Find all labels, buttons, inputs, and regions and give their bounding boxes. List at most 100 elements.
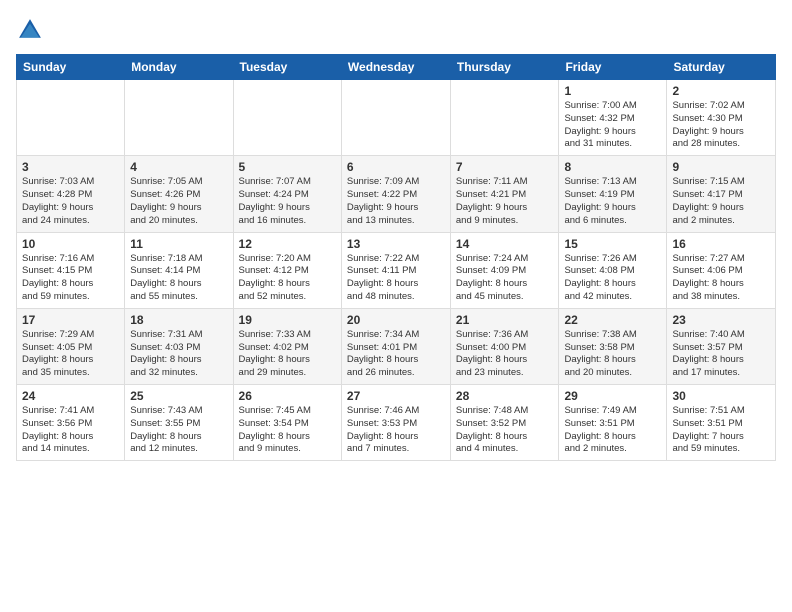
day-info: Sunrise: 7:40 AMSunset: 3:57 PMDaylight:… bbox=[672, 329, 770, 380]
weekday-header-monday: Monday bbox=[125, 55, 233, 80]
day-number: 1 bbox=[564, 84, 661, 98]
calendar-cell: 17Sunrise: 7:29 AMSunset: 4:05 PMDayligh… bbox=[17, 308, 125, 384]
day-number: 7 bbox=[456, 160, 554, 174]
day-number: 16 bbox=[672, 237, 770, 251]
calendar-cell: 4 Sunrise: 7:05 AMSunset: 4:26 PMDaylight… bbox=[125, 156, 233, 232]
day-info: Sunrise: 7:09 AMSunset: 4:22 PMDaylight:… bbox=[347, 176, 445, 227]
weekday-header-thursday: Thursday bbox=[450, 55, 559, 80]
calendar-cell: 25Sunrise: 7:43 AMSunset: 3:55 PMDayligh… bbox=[125, 385, 233, 461]
calendar-cell: 8 Sunrise: 7:13 AMSunset: 4:19 PMDaylight… bbox=[559, 156, 667, 232]
calendar-cell: 23 Sunrise: 7:40 AMSunset: 3:57 PMDayligh… bbox=[667, 308, 776, 384]
day-number: 6 bbox=[347, 160, 445, 174]
calendar-cell bbox=[17, 80, 125, 156]
day-number: 27 bbox=[347, 389, 445, 403]
calendar-cell: 26 Sunrise: 7:45 AMSunset: 3:54 PMDayligh… bbox=[233, 385, 341, 461]
calendar-cell: 14 Sunrise: 7:24 AMSunset: 4:09 PMDayligh… bbox=[450, 232, 559, 308]
day-number: 29 bbox=[564, 389, 661, 403]
calendar-cell: 7 Sunrise: 7:11 AMSunset: 4:21 PMDaylight… bbox=[450, 156, 559, 232]
week-row-3: 10 Sunrise: 7:16 AMSunset: 4:15 PMDayligh… bbox=[17, 232, 776, 308]
calendar-cell: 13 Sunrise: 7:22 AMSunset: 4:11 PMDayligh… bbox=[341, 232, 450, 308]
calendar-cell bbox=[450, 80, 559, 156]
day-info: Sunrise: 7:34 AMSunset: 4:01 PMDaylight:… bbox=[347, 329, 445, 380]
calendar-cell: 21 Sunrise: 7:36 AMSunset: 4:00 PMDayligh… bbox=[450, 308, 559, 384]
day-info: Sunrise: 7:18 AMSunset: 4:14 PMDaylight:… bbox=[130, 253, 227, 304]
day-info: Sunrise: 7:26 AMSunset: 4:08 PMDaylight:… bbox=[564, 253, 661, 304]
day-number: 26 bbox=[239, 389, 336, 403]
calendar-cell: 29 Sunrise: 7:49 AMSunset: 3:51 PMDayligh… bbox=[559, 385, 667, 461]
weekday-header-wednesday: Wednesday bbox=[341, 55, 450, 80]
calendar-cell: 9 Sunrise: 7:15 AMSunset: 4:17 PMDaylight… bbox=[667, 156, 776, 232]
day-number: 30 bbox=[672, 389, 770, 403]
day-number: 9 bbox=[672, 160, 770, 174]
calendar-cell: 22 Sunrise: 7:38 AMSunset: 3:58 PMDayligh… bbox=[559, 308, 667, 384]
day-number: 8 bbox=[564, 160, 661, 174]
day-number: 13 bbox=[347, 237, 445, 251]
day-info: Sunrise: 7:31 AMSunset: 4:03 PMDaylight:… bbox=[130, 329, 227, 380]
calendar-cell bbox=[125, 80, 233, 156]
day-info: Sunrise: 7:20 AMSunset: 4:12 PMDaylight:… bbox=[239, 253, 336, 304]
day-info: Sunrise: 7:46 AMSunset: 3:53 PMDaylight:… bbox=[347, 405, 445, 456]
calendar: SundayMondayTuesdayWednesdayThursdayFrid… bbox=[16, 54, 776, 461]
calendar-cell: 6 Sunrise: 7:09 AMSunset: 4:22 PMDaylight… bbox=[341, 156, 450, 232]
calendar-cell: 2Sunrise: 7:02 AMSunset: 4:30 PMDaylight… bbox=[667, 80, 776, 156]
day-info: Sunrise: 7:13 AMSunset: 4:19 PMDaylight:… bbox=[564, 176, 661, 227]
calendar-cell: 20 Sunrise: 7:34 AMSunset: 4:01 PMDayligh… bbox=[341, 308, 450, 384]
logo-icon bbox=[16, 16, 44, 44]
week-row-4: 17Sunrise: 7:29 AMSunset: 4:05 PMDayligh… bbox=[17, 308, 776, 384]
calendar-cell: 11 Sunrise: 7:18 AMSunset: 4:14 PMDayligh… bbox=[125, 232, 233, 308]
calendar-cell bbox=[233, 80, 341, 156]
calendar-cell: 5 Sunrise: 7:07 AMSunset: 4:24 PMDaylight… bbox=[233, 156, 341, 232]
page: SundayMondayTuesdayWednesdayThursdayFrid… bbox=[0, 0, 792, 469]
day-number: 10 bbox=[22, 237, 119, 251]
week-row-2: 3Sunrise: 7:03 AMSunset: 4:28 PMDaylight… bbox=[17, 156, 776, 232]
day-number: 28 bbox=[456, 389, 554, 403]
day-number: 18 bbox=[130, 313, 227, 327]
calendar-cell bbox=[341, 80, 450, 156]
day-info: Sunrise: 7:22 AMSunset: 4:11 PMDaylight:… bbox=[347, 253, 445, 304]
weekday-header-friday: Friday bbox=[559, 55, 667, 80]
calendar-cell: 19 Sunrise: 7:33 AMSunset: 4:02 PMDayligh… bbox=[233, 308, 341, 384]
day-info: Sunrise: 7:11 AMSunset: 4:21 PMDaylight:… bbox=[456, 176, 554, 227]
day-info: Sunrise: 7:45 AMSunset: 3:54 PMDaylight:… bbox=[239, 405, 336, 456]
day-number: 5 bbox=[239, 160, 336, 174]
day-number: 15 bbox=[564, 237, 661, 251]
day-number: 14 bbox=[456, 237, 554, 251]
calendar-cell: 28 Sunrise: 7:48 AMSunset: 3:52 PMDayligh… bbox=[450, 385, 559, 461]
day-number: 22 bbox=[564, 313, 661, 327]
week-row-5: 24Sunrise: 7:41 AMSunset: 3:56 PMDayligh… bbox=[17, 385, 776, 461]
day-info: Sunrise: 7:49 AMSunset: 3:51 PMDaylight:… bbox=[564, 405, 661, 456]
calendar-cell: 18 Sunrise: 7:31 AMSunset: 4:03 PMDayligh… bbox=[125, 308, 233, 384]
day-info: Sunrise: 7:51 AMSunset: 3:51 PMDaylight:… bbox=[672, 405, 770, 456]
day-number: 20 bbox=[347, 313, 445, 327]
day-info: Sunrise: 7:15 AMSunset: 4:17 PMDaylight:… bbox=[672, 176, 770, 227]
day-info: Sunrise: 7:02 AMSunset: 4:30 PMDaylight:… bbox=[672, 100, 770, 151]
day-number: 19 bbox=[239, 313, 336, 327]
day-number: 17 bbox=[22, 313, 119, 327]
day-info: Sunrise: 7:33 AMSunset: 4:02 PMDaylight:… bbox=[239, 329, 336, 380]
day-info: Sunrise: 7:24 AMSunset: 4:09 PMDaylight:… bbox=[456, 253, 554, 304]
day-info: Sunrise: 7:38 AMSunset: 3:58 PMDaylight:… bbox=[564, 329, 661, 380]
day-number: 24 bbox=[22, 389, 119, 403]
day-number: 3 bbox=[22, 160, 119, 174]
day-number: 4 bbox=[130, 160, 227, 174]
day-info: Sunrise: 7:05 AMSunset: 4:26 PMDaylight:… bbox=[130, 176, 227, 227]
day-info: Sunrise: 7:16 AMSunset: 4:15 PMDaylight:… bbox=[22, 253, 119, 304]
calendar-cell: 24Sunrise: 7:41 AMSunset: 3:56 PMDayligh… bbox=[17, 385, 125, 461]
logo bbox=[16, 16, 48, 44]
calendar-cell: 1Sunrise: 7:00 AMSunset: 4:32 PMDaylight… bbox=[559, 80, 667, 156]
weekday-header-row: SundayMondayTuesdayWednesdayThursdayFrid… bbox=[17, 55, 776, 80]
calendar-cell: 27 Sunrise: 7:46 AMSunset: 3:53 PMDayligh… bbox=[341, 385, 450, 461]
day-info: Sunrise: 7:07 AMSunset: 4:24 PMDaylight:… bbox=[239, 176, 336, 227]
calendar-cell: 10 Sunrise: 7:16 AMSunset: 4:15 PMDayligh… bbox=[17, 232, 125, 308]
calendar-cell: 3Sunrise: 7:03 AMSunset: 4:28 PMDaylight… bbox=[17, 156, 125, 232]
day-number: 11 bbox=[130, 237, 227, 251]
day-number: 25 bbox=[130, 389, 227, 403]
header bbox=[16, 16, 776, 44]
calendar-cell: 15 Sunrise: 7:26 AMSunset: 4:08 PMDayligh… bbox=[559, 232, 667, 308]
day-info: Sunrise: 7:27 AMSunset: 4:06 PMDaylight:… bbox=[672, 253, 770, 304]
day-info: Sunrise: 7:48 AMSunset: 3:52 PMDaylight:… bbox=[456, 405, 554, 456]
weekday-header-tuesday: Tuesday bbox=[233, 55, 341, 80]
day-number: 23 bbox=[672, 313, 770, 327]
day-info: Sunrise: 7:36 AMSunset: 4:00 PMDaylight:… bbox=[456, 329, 554, 380]
day-number: 21 bbox=[456, 313, 554, 327]
